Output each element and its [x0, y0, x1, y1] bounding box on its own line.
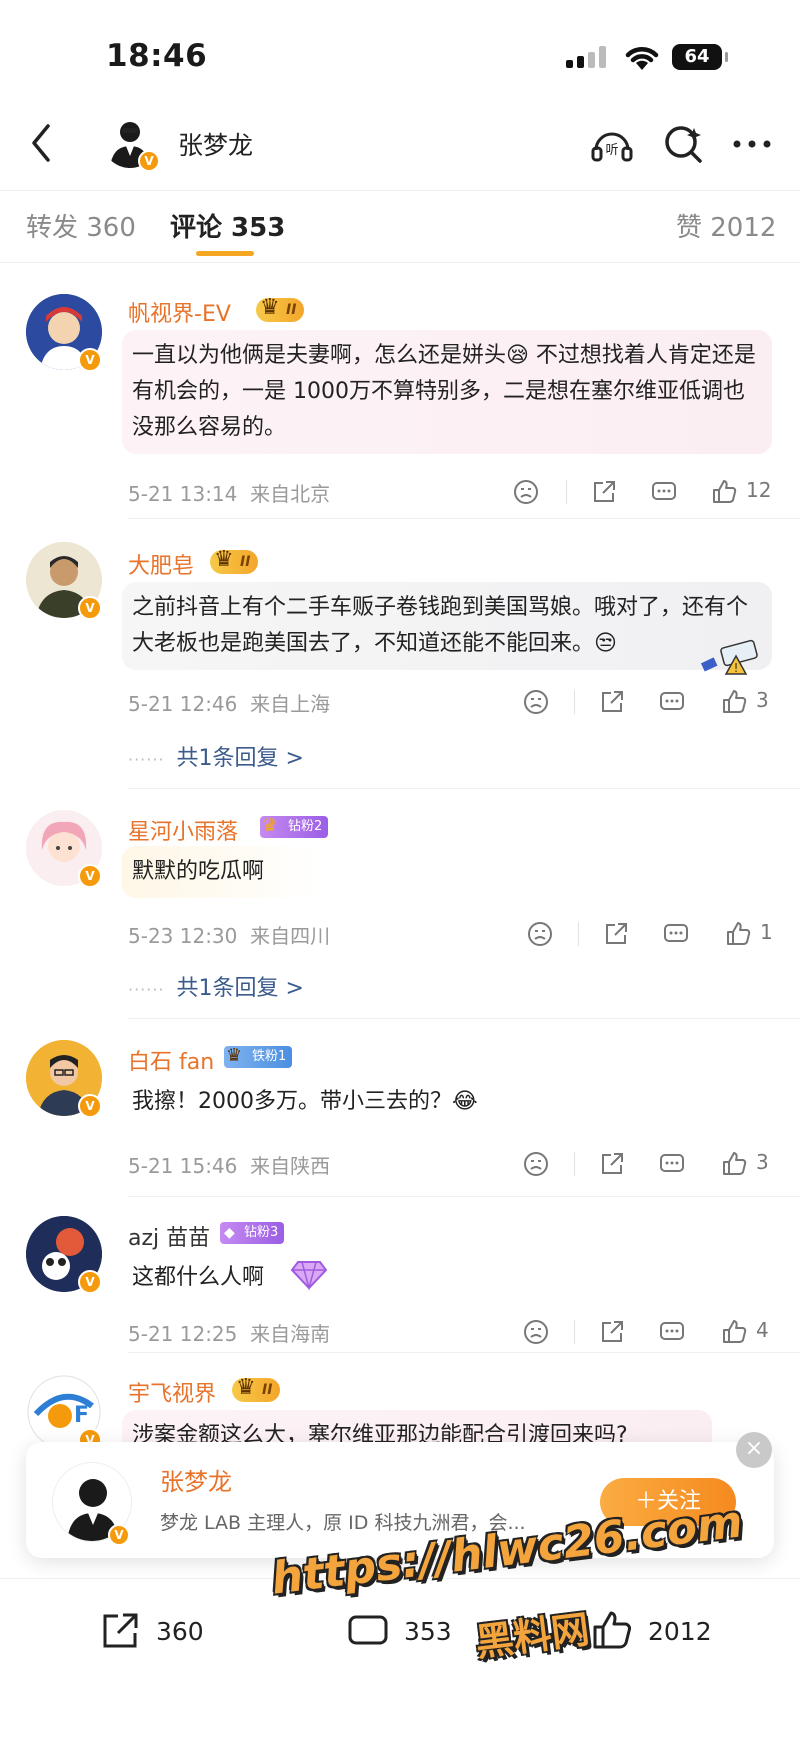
comment-meta: 5-21 12:46 来自上海: [128, 688, 330, 717]
verified-badge-icon: V: [138, 150, 160, 172]
popup-name[interactable]: 张梦龙: [160, 1462, 232, 1497]
comment-meta: 5-21 13:14 来自北京: [128, 478, 330, 507]
listen-icon[interactable]: 听: [588, 120, 636, 168]
fan-badge-icon: ♛: [262, 815, 279, 836]
decoration-icon: !: [700, 639, 758, 675]
comment-location: 来自四川: [250, 924, 331, 948]
commenter-name[interactable]: 帆视界-EV: [128, 296, 231, 328]
back-arrow-icon[interactable]: [20, 118, 64, 168]
wifi-icon: [625, 47, 659, 70]
tab-reposts[interactable]: 转发 360: [26, 207, 136, 244]
action-separator: [566, 480, 567, 504]
fan-badge: ◆ 钻粉3: [220, 1222, 285, 1244]
comment-actions: 3: [510, 1146, 780, 1182]
commenter-name[interactable]: 星河小雨落: [128, 814, 238, 846]
verified-badge-icon: V: [78, 1270, 102, 1294]
like-count: 1: [760, 920, 773, 944]
like-count: 4: [756, 1318, 769, 1342]
fan-badge-label: 铁粉1: [252, 1049, 287, 1064]
comment-meta: 5-21 12:25 来自海南: [128, 1318, 330, 1347]
action-separator: [574, 690, 575, 714]
view-replies-link[interactable]: ······ 共1条回复 >: [128, 740, 304, 772]
tab-likes[interactable]: 赞 2012: [676, 207, 776, 244]
svg-text:听: 听: [605, 143, 618, 158]
status-time: 18:46: [106, 38, 208, 74]
comment-time: 5-23 12:30: [128, 924, 238, 948]
action-separator: [574, 1152, 575, 1176]
divider: [128, 1018, 800, 1019]
svg-text:!: !: [734, 661, 739, 675]
fan-badge-label: 钻粉3: [244, 1225, 279, 1240]
replies-label: 共1条回复 >: [176, 976, 304, 1001]
member-badge: II: [210, 548, 259, 574]
bottom-action-bar: 360 353 2012: [0, 1578, 800, 1688]
verified-badge-icon: V: [78, 1094, 102, 1118]
status-bar: 18:46 64: [0, 0, 800, 110]
verified-badge-icon: V: [78, 864, 102, 888]
thumbs-up-icon: [593, 1611, 632, 1649]
comment-location: 来自上海: [250, 692, 331, 716]
commenter-name[interactable]: 宇飞视界: [128, 1376, 216, 1408]
like-count: 3: [756, 1150, 769, 1174]
comment-text: 之前抖音上有个二手车贩子卷钱跑到美国骂娘。哦对了，还有个大老板也是跑美国去了，不…: [122, 582, 772, 670]
fan-badge-icon: ♛: [226, 1045, 243, 1066]
verified-badge-icon: V: [108, 1524, 130, 1546]
divider: [128, 1196, 800, 1197]
comment-location: 来自海南: [250, 1322, 331, 1346]
divider: [128, 788, 800, 789]
comment-actions: 1: [510, 916, 780, 952]
view-replies-link[interactable]: ······ 共1条回复 >: [128, 970, 304, 1002]
diamond-icon: ◆: [224, 1225, 235, 1241]
divider: [128, 518, 800, 519]
comment-text: 我擦！2000多万。带小三去的？😂: [132, 1089, 478, 1114]
verified-badge-icon: V: [78, 596, 102, 620]
fan-badge-label: 钻粉2: [288, 819, 323, 834]
fan-badge: ♛ 钻粉2: [260, 815, 329, 838]
action-separator: [578, 922, 579, 946]
replies-label: 共1条回复 >: [176, 746, 304, 771]
comment-actions: 4: [510, 1314, 780, 1350]
repost-count: 360: [156, 1617, 204, 1646]
battery-icon: 64: [672, 44, 728, 70]
svg-text:F: F: [74, 1403, 89, 1428]
verified-badge-icon: V: [78, 348, 102, 372]
commenter-name[interactable]: 大肥皂: [128, 548, 194, 580]
commenter-name[interactable]: 白石 fan: [128, 1044, 214, 1076]
comment-icon: [348, 1615, 388, 1645]
more-icon[interactable]: [728, 120, 776, 168]
diamond-decoration-icon: [290, 1261, 328, 1291]
member-badge: II: [256, 296, 305, 322]
tab-bar: 转发 360 评论 353 赞 2012: [0, 190, 800, 262]
comment-time: 5-21 12:46: [128, 692, 238, 716]
close-button[interactable]: ×: [736, 1432, 772, 1468]
comment-text: 一直以为他俩是夫妻啊，怎么还是姘头😪 不过想找着人肯定还是有机会的，一是 100…: [122, 330, 772, 454]
repost-icon: [103, 1613, 138, 1648]
action-separator: [574, 1320, 575, 1344]
comment-time: 5-21 13:14: [128, 482, 238, 506]
like-count: 3: [756, 688, 769, 712]
comment-text: 默默的吃瓜啊: [122, 846, 322, 898]
comment-meta: 5-21 15:46 来自陕西: [128, 1150, 330, 1179]
commenter-name[interactable]: azj 苗苗: [128, 1220, 210, 1252]
fan-badge: ♛ 铁粉1: [224, 1045, 293, 1068]
comment-actions: 3: [510, 684, 780, 720]
comment-time: 5-21 12:25: [128, 1322, 238, 1346]
comment-meta: 5-23 12:30 来自四川: [128, 920, 330, 949]
nav-header: V 张梦龙 听: [0, 110, 800, 180]
divider: [128, 1352, 800, 1353]
tab-comments[interactable]: 评论 353: [170, 207, 285, 244]
tab-indicator: [196, 251, 254, 256]
divider: [0, 262, 800, 263]
comment-time: 5-21 15:46: [128, 1154, 238, 1178]
like-count: 2012: [648, 1617, 712, 1646]
search-icon[interactable]: [660, 120, 708, 168]
comment-count: 353: [404, 1617, 452, 1646]
page-title: 张梦龙: [178, 131, 254, 160]
comment-location: 来自陕西: [250, 1154, 331, 1178]
cellular-signal-icon: [566, 46, 610, 68]
member-badge: II: [232, 1376, 281, 1402]
comment-location: 来自北京: [250, 482, 331, 506]
comment-actions: 12: [510, 474, 780, 510]
like-count: 12: [746, 478, 772, 502]
